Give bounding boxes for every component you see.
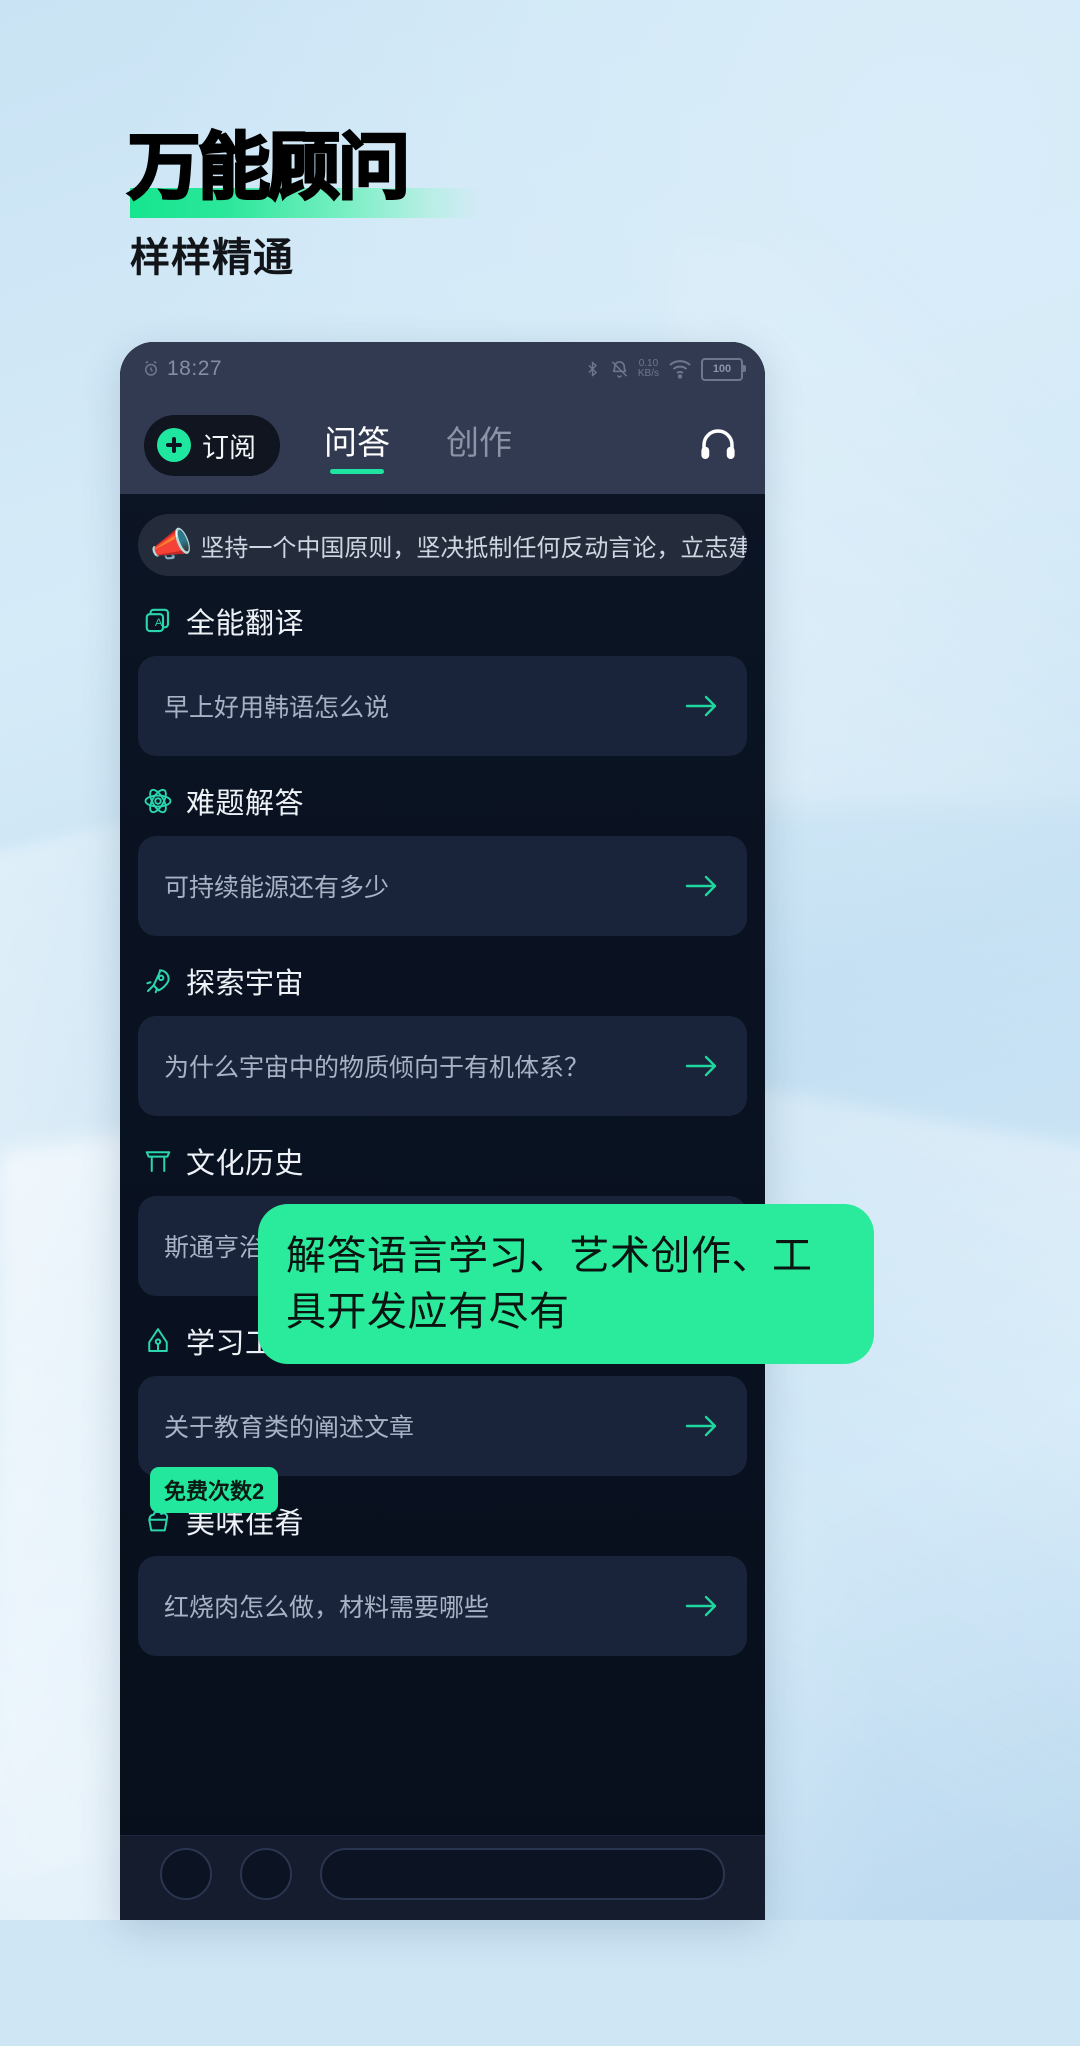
alarm-icon (142, 360, 160, 378)
subscribe-button-label: 订阅 (202, 432, 256, 463)
question-text: 关于教育类的阐述文章 (164, 1414, 415, 1442)
question-row[interactable]: 早上好用韩语怎么说 (138, 656, 747, 756)
arrow-right-icon[interactable] (683, 693, 721, 719)
translate-card-icon: A (142, 605, 174, 637)
subheadline-text: 样样精通 (130, 236, 294, 280)
app-header: 订阅 问答 创作 (120, 396, 765, 494)
history-circle-icon[interactable] (240, 1848, 292, 1900)
battery-level-text: 100 (712, 363, 732, 375)
question-text: 红烧肉怎么做，材料需要哪些 (164, 1594, 490, 1622)
status-bar: 18:27 0.10 KB/s 100 (120, 342, 765, 396)
rocket-icon (142, 965, 174, 997)
section-delicious-food: 美味佳肴 红烧肉怎么做，材料需要哪些 (138, 1500, 747, 1656)
arrow-right-icon[interactable] (683, 1413, 721, 1439)
headline-block: 万能顾问 (127, 125, 948, 218)
question-row[interactable]: 可持续能源还有多少 (138, 836, 747, 936)
announcement-banner[interactable]: 📣 坚持一个中国原则，坚决抵制任何反动言论，立志建 (138, 514, 747, 576)
status-bar-time: 18:27 (167, 357, 223, 380)
section-header: 难题解答 (138, 780, 747, 822)
section-title: 难题解答 (186, 788, 305, 820)
section-header: A 全能翻译 (138, 600, 747, 642)
announcement-text: 坚持一个中国原则，坚决抵制任何反动言论，立志建 (200, 534, 747, 562)
question-text: 可持续能源还有多少 (164, 874, 390, 902)
tab-create[interactable]: 创作 (446, 416, 512, 474)
chat-input-field[interactable] (320, 1848, 725, 1900)
atom-icon (142, 785, 174, 817)
network-speed-unit: KB/s (637, 368, 659, 379)
subscribe-button[interactable]: 订阅 (144, 414, 280, 476)
headset-icon[interactable] (695, 422, 741, 468)
free-quota-badge: 免费次数2 (150, 1467, 279, 1513)
menu-circle-icon[interactable] (160, 1848, 212, 1900)
status-bar-right: 0.10 KB/s 100 (584, 357, 746, 381)
svg-text:A: A (155, 617, 163, 629)
arrow-right-icon[interactable] (683, 1053, 721, 1079)
arrow-right-icon[interactable] (683, 1593, 721, 1619)
phone-screen: 18:27 0.10 KB/s 100 订阅 问答 创作 📣 坚持一个中国原则，… (120, 342, 765, 1920)
status-bar-left: 18:27 (142, 357, 222, 381)
arrow-right-icon[interactable] (683, 873, 721, 899)
question-row[interactable]: 红烧肉怎么做，材料需要哪些 (138, 1556, 747, 1656)
question-row[interactable]: 为什么宇宙中的物质倾向于有机体系？ (138, 1016, 747, 1116)
tab-bar: 问答 创作 (324, 416, 512, 474)
section-title: 全能翻译 (186, 608, 305, 640)
question-text: 为什么宇宙中的物质倾向于有机体系？ (164, 1054, 590, 1082)
bluetooth-icon (584, 358, 601, 380)
section-problem-solving: 难题解答 可持续能源还有多少 (138, 780, 747, 936)
question-text: 早上好用韩语怎么说 (164, 694, 390, 722)
section-header: 探索宇宙 (138, 960, 747, 1002)
pen-nib-icon (142, 1325, 174, 1357)
torii-gate-icon (142, 1145, 174, 1177)
tab-qa[interactable]: 问答 (324, 416, 390, 474)
section-header: 文化历史 (138, 1140, 747, 1182)
plus-circle-icon (157, 428, 191, 462)
section-translate: A 全能翻译 早上好用韩语怎么说 (138, 600, 747, 756)
section-title: 文化历史 (186, 1148, 305, 1180)
question-row[interactable]: 关于教育类的阐述文章 (138, 1376, 747, 1476)
mute-icon (610, 358, 629, 380)
section-explore-universe: 探索宇宙 为什么宇宙中的物质倾向于有机体系？ (138, 960, 747, 1116)
headline-text: 万能顾问 (127, 125, 412, 209)
section-title: 探索宇宙 (186, 968, 305, 1000)
megaphone-icon: 📣 (150, 526, 193, 564)
bottom-toolbar (120, 1835, 765, 1920)
feature-callout: 解答语言学习、艺术创作、工具开发应有尽有 (258, 1204, 874, 1364)
battery-icon: 100 (701, 357, 746, 381)
network-speed-indicator: 0.10 KB/s (638, 359, 659, 379)
phone-mockup: 18:27 0.10 KB/s 100 订阅 问答 创作 📣 坚持一个中国原则，… (120, 342, 765, 1920)
wifi-icon (668, 359, 692, 379)
